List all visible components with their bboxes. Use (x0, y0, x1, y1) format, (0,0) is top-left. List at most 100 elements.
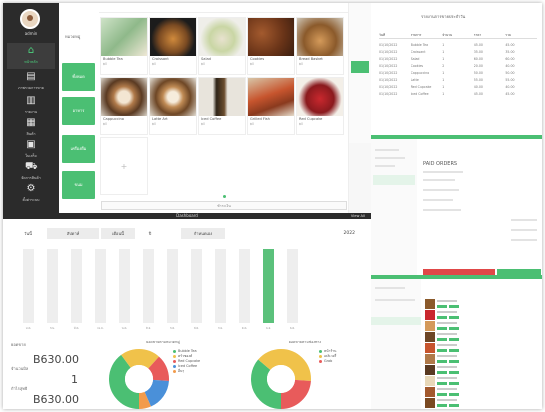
table-row[interactable]: 01/10/2022 Latte 1 55.00 55.00 (379, 78, 537, 84)
menu-list-item[interactable] (425, 387, 479, 398)
checkout-button[interactable]: ชำระเงิน (101, 201, 347, 210)
table-cell: 50.00 (505, 71, 515, 75)
legend-dot-icon (319, 359, 322, 363)
table-cell: 55.00 (473, 78, 483, 82)
table-row[interactable]: 01/10/2022 Cookies 2 20.00 40.00 (379, 64, 537, 70)
category-button[interactable]: ขนม (62, 171, 95, 199)
menu-list-item[interactable] (425, 376, 479, 387)
delete-button[interactable] (449, 404, 459, 407)
edit-button[interactable] (437, 371, 447, 374)
menu-list-item[interactable] (425, 365, 479, 376)
view-all-link[interactable]: View All (351, 213, 365, 219)
product-tile[interactable]: Cappuccino ฿0 (100, 77, 148, 135)
table-row[interactable]: 01/10/2022 Bubble Tea 1 45.00 45.00 (379, 43, 537, 49)
table-cell: Cappuccino (410, 71, 430, 75)
receipt-title: PAID ORDERS (423, 161, 458, 167)
bar-track (71, 249, 82, 323)
product-tile[interactable]: Red Cupcake ฿0 (296, 77, 344, 135)
table-row[interactable]: 01/10/2022 Croissant 1 35.00 35.00 (379, 50, 537, 56)
selected-filter[interactable] (371, 317, 421, 325)
delete-button[interactable] (449, 305, 459, 308)
table-cell: 1 (442, 57, 445, 61)
segment-month[interactable]: เดือนนี้ (101, 228, 135, 239)
bar-track (239, 249, 250, 323)
product-price: ฿0 (201, 122, 206, 126)
segment-year[interactable]: ปี (143, 228, 157, 239)
product-price: ฿0 (250, 62, 255, 66)
table-row[interactable]: 01/10/2022 Red Cupcake 1 40.00 40.00 (379, 85, 537, 91)
avatar[interactable] (20, 9, 40, 29)
sidebar-item-sales[interactable]: ▤ ภาพรวมการขาย (7, 69, 55, 95)
menu-list-item[interactable] (425, 332, 479, 343)
table-cell: 01/10/2022 (379, 43, 398, 47)
edit-button[interactable] (437, 316, 447, 319)
segment-week[interactable]: สัปดาห์ (47, 228, 99, 239)
edit-button[interactable] (437, 338, 447, 341)
delete-button[interactable] (449, 382, 459, 385)
category-button[interactable]: เครื่องดื่ม (62, 135, 95, 163)
delete-button[interactable] (449, 316, 459, 319)
column-header: จำนวน (442, 33, 452, 37)
legend-label: เดลิเวอรี่ (324, 354, 337, 358)
table-cell: Bubble Tea (410, 43, 429, 47)
delete-button[interactable] (449, 338, 459, 341)
product-tile[interactable]: Salad ฿0 (198, 17, 246, 75)
menu-thumbnail (425, 310, 435, 320)
delete-button[interactable] (449, 393, 459, 396)
segment-custom[interactable]: กำหนดเอง (181, 228, 225, 239)
legend-label: Red Cupcake (178, 359, 201, 363)
menu-list-item[interactable] (425, 343, 479, 354)
delete-button[interactable] (449, 327, 459, 330)
product-tile[interactable]: Grilled Fish ฿0 (247, 77, 295, 135)
product-tile[interactable]: Cookies ฿0 (247, 17, 295, 75)
table-cell: 1 (442, 50, 445, 54)
edit-button[interactable] (437, 327, 447, 330)
add-product-button[interactable]: + (100, 137, 148, 195)
edit-button[interactable] (437, 349, 447, 352)
menu-list-item[interactable] (425, 354, 479, 365)
table-row[interactable]: 01/10/2022 Cappuccino 1 50.00 50.00 (379, 71, 537, 77)
product-price: ฿0 (299, 122, 304, 126)
menu-thumbnail (425, 376, 435, 386)
cart-icon: ⛟ (25, 161, 38, 172)
product-image (199, 78, 245, 116)
product-image (248, 18, 294, 56)
selected-order[interactable] (373, 175, 415, 185)
product-tile[interactable]: Iced Coffee ฿0 (198, 77, 246, 135)
delete-button[interactable] (449, 371, 459, 374)
menu-list-item[interactable] (425, 310, 479, 321)
category-button[interactable]: ทั้งหมด (62, 63, 95, 91)
menu-list-item[interactable] (425, 299, 479, 310)
menu-list-item[interactable] (425, 398, 479, 409)
bar-track (215, 249, 226, 323)
sidebar-item-settings[interactable]: ⚙ ตั้งค่าระบบ (7, 181, 55, 207)
product-tile[interactable]: Bread Basket ฿0 (296, 17, 344, 75)
delete-button[interactable] (449, 360, 459, 363)
edit-button[interactable] (437, 393, 447, 396)
sidebar-item-home[interactable]: ⌂ หน้าหลัก (7, 43, 55, 69)
x-tick-label: ม.ค. (25, 326, 32, 330)
table-cell: 01/10/2022 (379, 85, 398, 89)
table-row[interactable]: 01/10/2022 Iced Coffee 1 45.00 45.00 (379, 92, 537, 98)
category-button[interactable]: อาหาร (62, 97, 95, 125)
menu-list-item[interactable] (425, 321, 479, 332)
edit-button[interactable] (437, 305, 447, 308)
table-cell: Cookies (410, 64, 424, 68)
bar-track (143, 249, 154, 323)
bar[interactable] (263, 249, 274, 323)
segment-today[interactable]: วันนี้ (11, 228, 45, 239)
bar-track (263, 249, 274, 323)
sidebar-item-label: ภาพรวมการขาย (18, 86, 44, 90)
product-tile[interactable]: Latte Art ฿0 (149, 77, 197, 135)
search-bar[interactable] (99, 5, 349, 13)
edit-button[interactable] (437, 404, 447, 407)
delete-button[interactable] (449, 349, 459, 352)
donut-title: ยอดขายตามหมวดหมู่ (146, 340, 180, 344)
table-row[interactable]: 01/10/2022 Salad 1 60.00 60.00 (379, 57, 537, 63)
product-tile[interactable]: Bubble Tea ฿0 (100, 17, 148, 75)
pager-dot[interactable] (223, 195, 226, 198)
product-tile[interactable]: Croissant ฿0 (149, 17, 197, 75)
edit-button[interactable] (437, 382, 447, 385)
edit-button[interactable] (437, 360, 447, 363)
sidebar: admin ⌂ หน้าหลัก ▤ ภาพรวมการขาย ▥ รายงาน… (3, 3, 59, 213)
